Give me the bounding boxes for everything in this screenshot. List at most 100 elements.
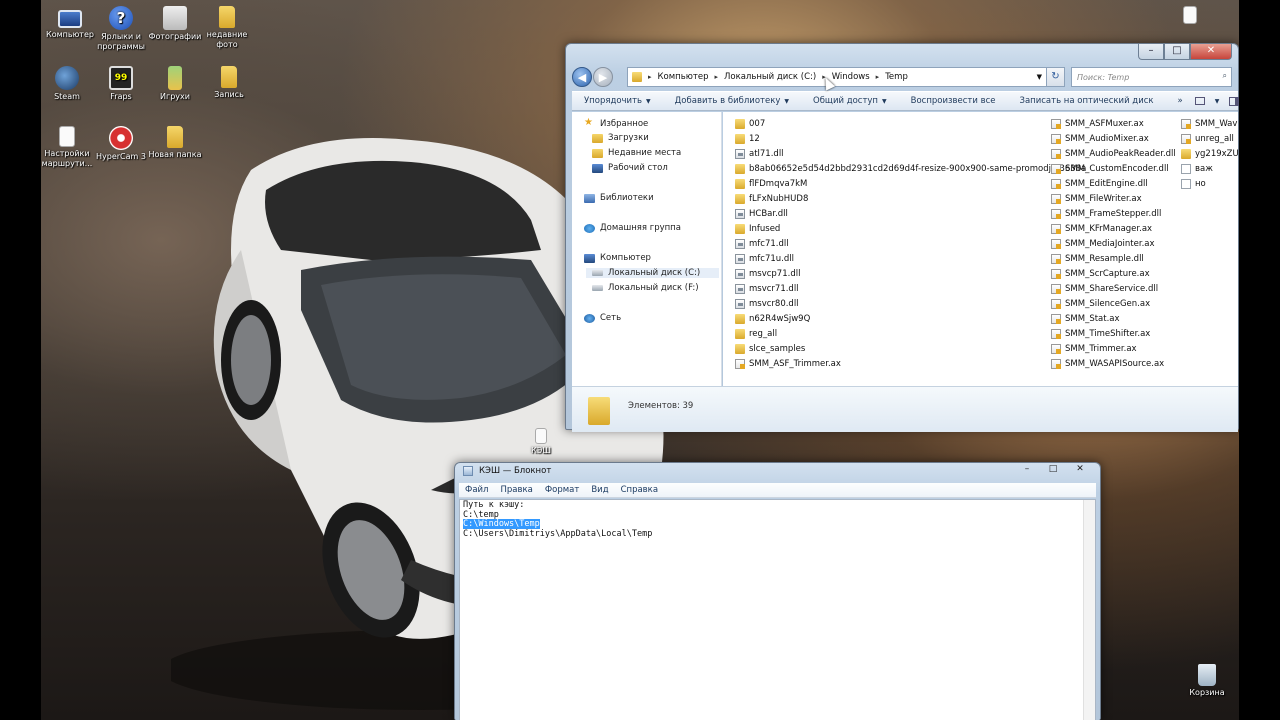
file-item[interactable]: HCBar.dll [735, 206, 1086, 221]
file-item[interactable]: SMM_WASAPISource.ax [1051, 356, 1176, 371]
file-item[interactable]: SMM_ScrCapture.ax [1051, 266, 1176, 281]
file-item[interactable]: b8ab06652e5d54d2bbd2931cd2d69d4f-resize-… [735, 161, 1086, 176]
nav-desktop[interactable]: Рабочий стол [592, 163, 668, 173]
nav-libraries[interactable]: Библиотеки [584, 193, 654, 203]
file-item[interactable]: SMM_FrameStepper.dll [1051, 206, 1176, 221]
organize-button[interactable]: Упорядочить ▼ [572, 96, 663, 106]
close-button[interactable]: ✕ [1066, 463, 1094, 477]
file-name: SMM_Stat.ax [1065, 313, 1120, 324]
file-item[interactable]: SMM_KFrManager.ax [1051, 221, 1176, 236]
breadcrumb-computer[interactable]: Компьютер [658, 72, 709, 82]
file-item[interactable]: flFDmqva7kM [735, 176, 1086, 191]
menu-help[interactable]: Справка [615, 485, 664, 495]
desktop-icon-hypercam[interactable]: HyperCam 3 [92, 126, 150, 162]
file-item[interactable]: msvcp71.dll [735, 266, 1086, 281]
file-item[interactable]: SMM_AudioPeakReader.dll [1051, 146, 1176, 161]
breadcrumb-arrow-icon[interactable]: ▸ [876, 73, 880, 81]
close-button[interactable]: ✕ [1190, 44, 1232, 60]
nav-network[interactable]: Сеть [584, 313, 621, 323]
view-options-icon[interactable] [1194, 97, 1205, 105]
breadcrumb-temp[interactable]: Temp [885, 72, 908, 82]
file-item[interactable]: SMM_Resample.dll [1051, 251, 1176, 266]
file-item[interactable]: SMM_ASFMuxer.ax [1051, 116, 1176, 131]
file-item[interactable]: но [1181, 176, 1238, 191]
nav-homegroup[interactable]: Домашняя группа [584, 223, 681, 233]
menu-edit[interactable]: Правка [494, 485, 538, 495]
burn-button[interactable]: Записать на оптический диск [1008, 96, 1166, 106]
desktop-icon-route-settings[interactable]: Настройки маршрути... [38, 126, 96, 169]
file-item[interactable]: atl71.dll [735, 146, 1086, 161]
file-item[interactable]: SMM_ShareService.dll [1051, 281, 1176, 296]
file-item[interactable]: SMM_ASF_Trimmer.ax [735, 356, 1086, 371]
file-item[interactable]: SMM_WavM [1181, 116, 1238, 131]
file-item[interactable]: yg219xZUS7 [1181, 146, 1238, 161]
file-item[interactable]: fLFxNubHUD8 [735, 191, 1086, 206]
file-item[interactable]: важ [1181, 161, 1238, 176]
file-item[interactable]: msvcr80.dll [735, 296, 1086, 311]
file-item[interactable]: msvcr71.dll [735, 281, 1086, 296]
file-item[interactable]: SMM_TimeShifter.ax [1051, 326, 1176, 341]
menu-format[interactable]: Формат [539, 485, 586, 495]
desktop-icon-cache[interactable]: КЭШ [526, 428, 556, 456]
notepad-text-area[interactable]: Путь к кэшу: C:\temp C:\Windows\Temp C:\… [459, 499, 1096, 720]
desktop-icon-recent-photos[interactable]: недавние фото [198, 6, 256, 50]
desktop-icon-new-folder[interactable]: Новая папка [146, 126, 204, 160]
play-all-button[interactable]: Воспроизвести все [899, 96, 1008, 106]
desktop-icon-computer[interactable]: Компьютер [41, 6, 99, 40]
file-item[interactable]: n62R4wSjw9Q [735, 311, 1086, 326]
more-commands-button[interactable]: » [1166, 96, 1195, 106]
menu-view[interactable]: Вид [585, 485, 614, 495]
breadcrumb-windows[interactable]: Windows [832, 72, 870, 82]
share-button[interactable]: Общий доступ ▼ [801, 96, 899, 106]
file-item[interactable]: SMM_CustomEncoder.dll [1051, 161, 1176, 176]
desktop-icon-record[interactable]: Запись [200, 66, 258, 100]
file-item[interactable]: slce_samples [735, 341, 1086, 356]
desktop-icon-document-top-right[interactable] [1176, 6, 1204, 26]
address-bar[interactable]: ▸ Компьютер ▸ Локальный диск (C:) ▸ Wind… [627, 67, 1047, 87]
file-item[interactable]: SMM_Trimmer.ax [1051, 341, 1176, 356]
breadcrumb-arrow-icon[interactable]: ▸ [648, 73, 652, 81]
maximize-button[interactable]: □ [1164, 44, 1190, 60]
file-item[interactable]: 007 [735, 116, 1086, 131]
breadcrumb-disk-c[interactable]: Локальный диск (C:) [724, 72, 816, 82]
vertical-scrollbar[interactable] [1083, 500, 1095, 720]
search-icon[interactable]: ⌕ [1223, 71, 1227, 81]
nav-recent-places[interactable]: Недавние места [592, 148, 681, 158]
minimize-button[interactable]: – [1138, 44, 1164, 60]
file-item[interactable]: reg_all [735, 326, 1086, 341]
file-item[interactable]: SMM_Stat.ax [1051, 311, 1176, 326]
file-item[interactable]: Infused [735, 221, 1086, 236]
file-item[interactable]: unreg_all [1181, 131, 1238, 146]
minimize-button[interactable]: – [1014, 463, 1040, 477]
desktop-icon-fraps[interactable]: 99 Fraps [92, 66, 150, 102]
file-item[interactable]: mfc71u.dll [735, 251, 1086, 266]
desktop-icon-games[interactable]: Игрухи [146, 66, 204, 102]
add-to-library-button[interactable]: Добавить в библиотеку ▼ [663, 96, 801, 106]
file-item[interactable]: SMM_AudioMixer.ax [1051, 131, 1176, 146]
maximize-button[interactable]: □ [1040, 463, 1066, 477]
file-item[interactable]: SMM_FileWriter.ax [1051, 191, 1176, 206]
file-item[interactable]: SMM_MediaJointer.ax [1051, 236, 1176, 251]
nav-disk-c[interactable]: Локальный диск (C:) [586, 268, 719, 278]
nav-disk-f[interactable]: Локальный диск (F:) [592, 283, 699, 293]
back-button[interactable]: ◀ [572, 67, 592, 87]
desktop-icon-steam[interactable]: Steam [38, 66, 96, 102]
forward-button[interactable]: ▶ [593, 67, 613, 87]
chevron-down-icon[interactable]: ▼ [1215, 98, 1220, 105]
desktop-icon-recycle-bin[interactable]: Корзина [1178, 664, 1236, 698]
nav-favorites[interactable]: ★ Избранное [584, 118, 648, 129]
desktop-icon-photos[interactable]: Фотографии [146, 6, 204, 42]
nav-computer[interactable]: Компьютер [584, 253, 651, 263]
file-item[interactable]: mfc71.dll [735, 236, 1086, 251]
breadcrumb-arrow-icon[interactable]: ▸ [714, 73, 718, 81]
file-item[interactable]: 12 [735, 131, 1086, 146]
file-item[interactable]: SMM_SilenceGen.ax [1051, 296, 1176, 311]
nav-downloads[interactable]: Загрузки [592, 133, 649, 143]
refresh-button[interactable]: ↻ [1047, 67, 1065, 87]
file-item[interactable]: SMM_EditEngine.dll [1051, 176, 1176, 191]
desktop-icon-shortcuts[interactable]: ? Ярлыки и программы [92, 6, 150, 52]
search-input[interactable]: Поиск: Temp ⌕ [1071, 67, 1232, 87]
preview-pane-icon[interactable] [1229, 96, 1240, 106]
menu-file[interactable]: Файл [459, 485, 494, 495]
address-dropdown-icon[interactable]: ▼ [1037, 73, 1042, 81]
